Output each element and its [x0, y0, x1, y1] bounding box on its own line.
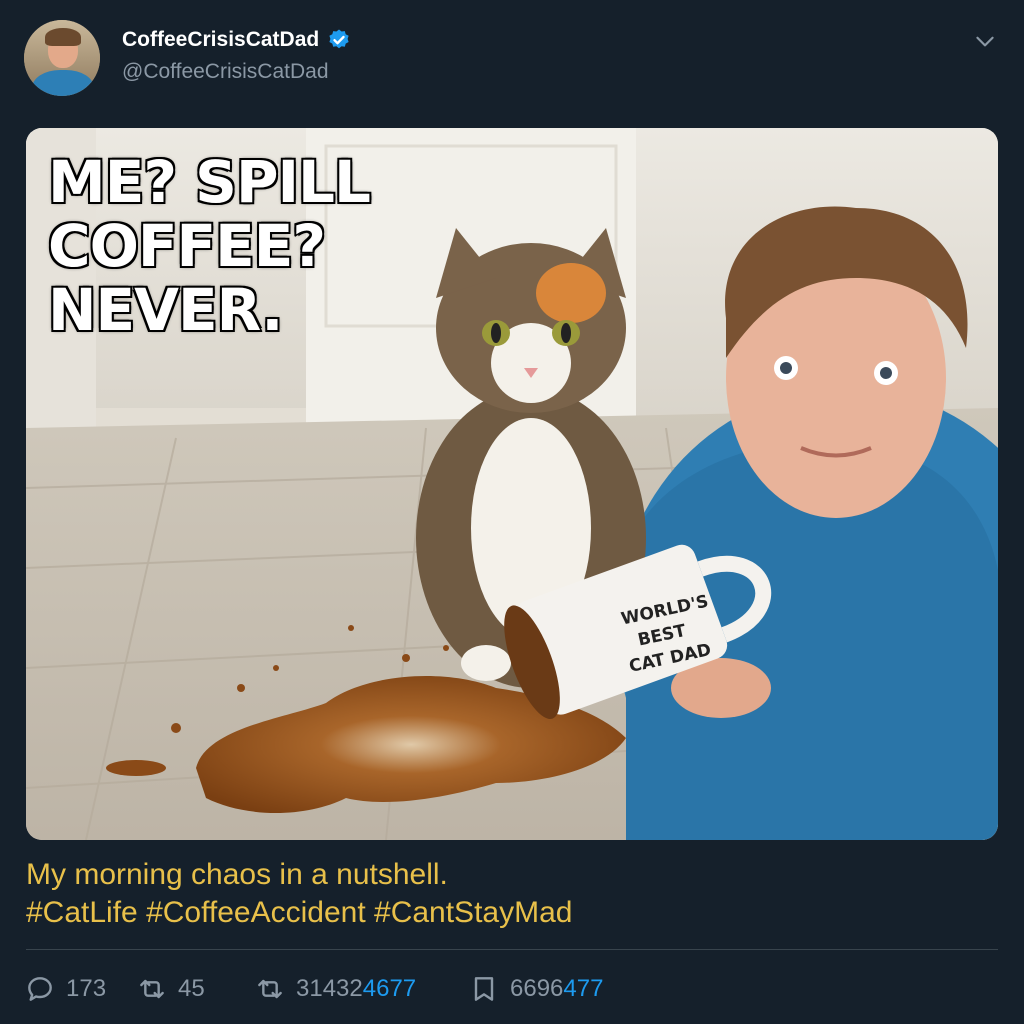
divider: [26, 949, 998, 950]
bookmark-button[interactable]: 6696477: [468, 968, 603, 1010]
reply-button[interactable]: 173: [24, 968, 106, 1010]
tweet-media-image[interactable]: WORLD'S BEST CAT DAD ME? SPILL COFFEE? N…: [26, 128, 998, 840]
quote-count-main: 31432: [296, 975, 363, 1002]
user-handle[interactable]: @CoffeeCrisisCatDad: [122, 60, 351, 84]
author-names: CoffeeCrisisCatDad @CoffeeCrisisCatDad: [122, 26, 351, 84]
retweet-icon: [258, 979, 282, 999]
tweet-text: My morning chaos in a nutshell. #CatLife…: [26, 856, 986, 932]
verified-badge-icon: [329, 29, 349, 49]
bookmark-count: 6696477: [510, 975, 603, 1003]
reply-count: 173: [66, 975, 107, 1002]
hashtags[interactable]: #CatLife #CoffeeAccident #CantStayMad: [26, 894, 986, 932]
bookmark-icon: [474, 977, 494, 1001]
bookmark-count-highlight: 477: [563, 975, 604, 1002]
retweet-count: 45: [178, 975, 205, 1002]
meme-line-2: COFFEE?: [47, 212, 328, 280]
reply-icon: [28, 977, 52, 1001]
meme-line-3: NEVER.: [47, 276, 285, 344]
quote-count-highlight: 4677: [362, 975, 417, 1002]
bookmark-count-main: 6696: [510, 975, 564, 1002]
display-name[interactable]: CoffeeCrisisCatDad: [122, 28, 319, 52]
chevron-down-icon[interactable]: [972, 28, 998, 54]
meme-line-1: ME? SPILL: [47, 148, 373, 216]
retweet-button[interactable]: 45: [136, 968, 205, 1010]
tweet-header: CoffeeCrisisCatDad @CoffeeCrisisCatDad: [24, 20, 1000, 100]
avatar[interactable]: [24, 20, 100, 96]
action-bar: 173 45 314324677 6696477: [24, 968, 1000, 1010]
tweet-text-line-1: My morning chaos in a nutshell.: [26, 858, 448, 891]
quote-button[interactable]: 314324677: [254, 968, 416, 1010]
quote-count: 314324677: [296, 975, 416, 1003]
meme-overlay-text: ME? SPILL COFFEE? NEVER.: [47, 148, 468, 344]
retweet-icon: [140, 979, 164, 999]
